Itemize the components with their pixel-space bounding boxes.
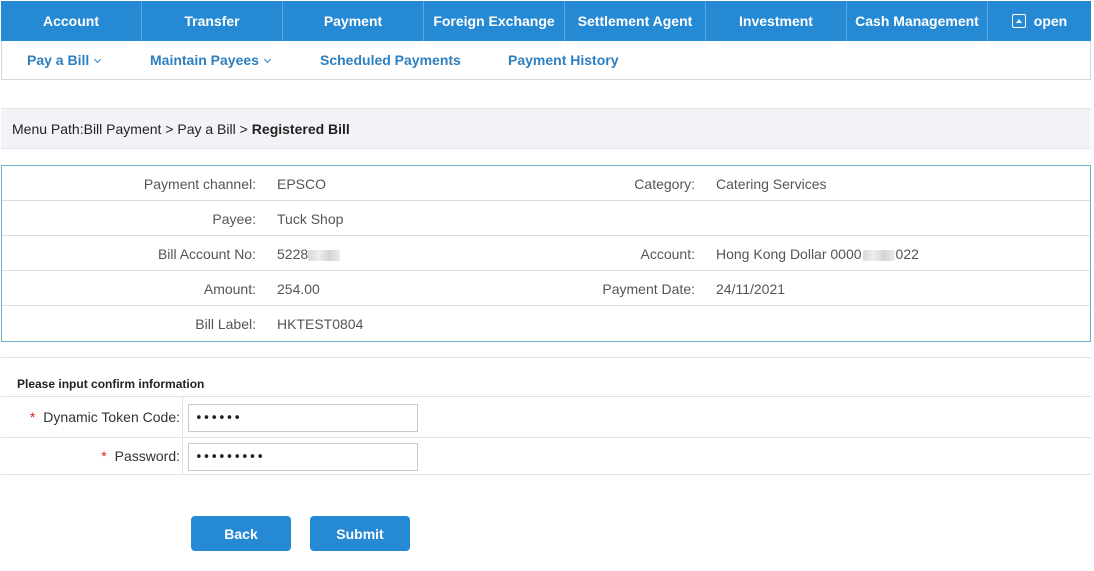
nav-transfer[interactable]: Transfer [142, 1, 283, 41]
payment-channel-label: Payment channel: [143, 176, 256, 192]
back-button[interactable]: Back [191, 516, 291, 551]
dynamic-token-input[interactable] [188, 404, 418, 432]
token-label: * Dynamic Token Code: [1, 397, 183, 436]
payment-channel-value: EPSCO [277, 176, 327, 192]
payment-date-value: 24/11/2021 [716, 281, 786, 297]
account-prefix: Hong Kong Dollar 0000 [716, 246, 862, 262]
bill-label-value: HKTEST0804 [277, 316, 364, 332]
required-mark: * [29, 408, 36, 425]
breadcrumb-current: Registered Bill [251, 120, 350, 137]
subnav-pay-a-bill[interactable]: Pay a Bill [27, 52, 102, 68]
subnav-maintain-payees-label: Maintain Payees [150, 52, 259, 68]
submit-button[interactable]: Submit [310, 516, 410, 551]
nav-cash-management[interactable]: Cash Management [847, 1, 988, 41]
subnav-scheduled-payments[interactable]: Scheduled Payments [320, 52, 461, 68]
bill-account-value: 5228 [277, 246, 341, 262]
subnav-payment-history[interactable]: Payment History [508, 52, 618, 68]
password-label-text: Password: [114, 448, 180, 464]
amount-label: Amount: [203, 281, 256, 297]
confirm-form: Please input confirm information * Dynam… [1, 357, 1091, 475]
nav-foreign-exchange[interactable]: Foreign Exchange [424, 1, 565, 41]
subnav-pay-a-bill-label: Pay a Bill [27, 52, 90, 68]
password-row: * Password: [1, 437, 1091, 475]
bill-label-label: Bill Label: [195, 316, 256, 332]
subnav-maintain-payees[interactable]: Maintain Payees [150, 52, 271, 68]
expand-icon [1011, 14, 1026, 28]
account-suffix: 022 [895, 246, 919, 262]
detail-row: Payee: Tuck Shop [2, 201, 1090, 236]
required-mark: * [101, 448, 107, 464]
chevron-down-icon [94, 55, 102, 64]
detail-row: Bill Label: HKTEST0804 [2, 306, 1090, 341]
payee-value: Tuck Shop [277, 211, 344, 227]
sub-navigation: Pay a Bill Maintain Payees Scheduled Pay… [1, 41, 1091, 80]
bill-details-panel: Payment channel: EPSCO Category: Caterin… [1, 165, 1091, 342]
amount-value: 254.00 [277, 281, 320, 297]
bill-account-prefix: 5228 [277, 246, 309, 262]
nav-account[interactable]: Account [1, 1, 142, 41]
category-label: Category: [634, 176, 695, 192]
detail-row: Amount: 254.00 Payment Date: 24/11/2021 [2, 271, 1090, 306]
breadcrumb: Menu Path:Bill Payment > Pay a Bill > Re… [1, 108, 1091, 149]
payee-label: Payee: [212, 211, 256, 227]
breadcrumb-path: Menu Path:Bill Payment > Pay a Bill > [12, 120, 248, 137]
redacted-mask [862, 249, 895, 261]
open-menu-button[interactable]: open [988, 1, 1091, 41]
detail-row: Payment channel: EPSCO Category: Caterin… [2, 166, 1090, 201]
chevron-down-icon [263, 55, 271, 64]
bill-account-label: Bill Account No: [157, 246, 256, 262]
confirm-title: Please input confirm information [17, 377, 205, 391]
top-navigation: Account Transfer Payment Foreign Exchang… [1, 1, 1091, 41]
nav-investment[interactable]: Investment [706, 1, 847, 41]
detail-row: Bill Account No: 5228 Account: Hong Kong… [2, 236, 1090, 271]
payment-date-label: Payment Date: [602, 281, 695, 297]
nav-settlement-agent[interactable]: Settlement Agent [565, 1, 706, 41]
password-input[interactable] [188, 443, 418, 471]
token-row: * Dynamic Token Code: [1, 396, 1091, 436]
account-value: Hong Kong Dollar 0000 022 [716, 246, 919, 262]
account-label: Account: [640, 246, 695, 262]
nav-payment[interactable]: Payment [283, 1, 424, 41]
password-label: * Password: [1, 438, 183, 474]
open-label: open [1033, 13, 1068, 29]
redacted-mask [308, 249, 341, 261]
token-label-text: Dynamic Token Code: [43, 408, 180, 425]
category-value: Catering Services [716, 176, 827, 192]
